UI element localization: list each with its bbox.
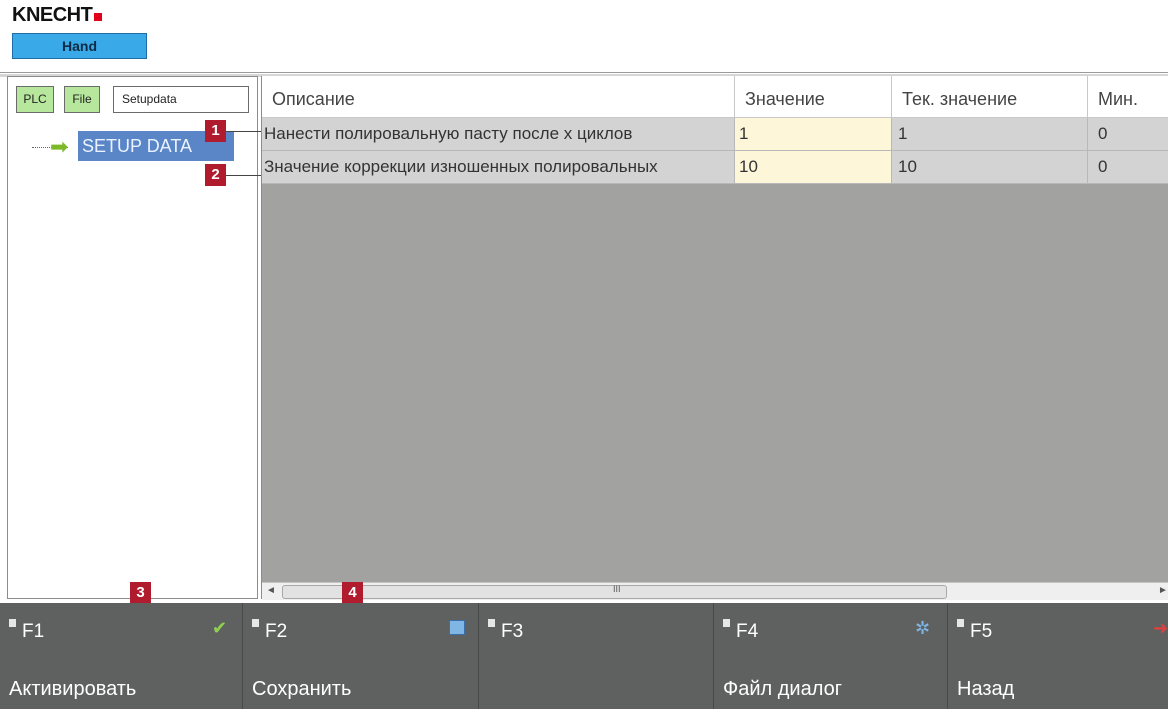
function-key-bar: F1 ✔ Активировать F2 Сохранить F3 F4 ✲ Ф…: [0, 603, 1168, 709]
save-icon: [449, 620, 465, 635]
cell-value-input[interactable]: 10: [735, 151, 892, 183]
f1-action-label: Активировать: [9, 678, 137, 700]
column-header-min[interactable]: Мин.: [1088, 76, 1168, 117]
f2-indicator-led: [252, 619, 259, 627]
callout-2-leader: [225, 175, 261, 176]
f3-button[interactable]: F3: [479, 603, 714, 709]
column-header-current-value[interactable]: Тек. значение: [892, 76, 1088, 117]
f2-action-label: Сохранить: [252, 678, 352, 700]
checkmark-icon: ✔: [212, 618, 228, 638]
f2-save-button[interactable]: F2 Сохранить: [243, 603, 479, 709]
cell-current-value: 10: [892, 151, 1088, 183]
table-row[interactable]: Значение коррекции изношенных полироваль…: [262, 151, 1168, 184]
column-header-description[interactable]: Описание: [262, 76, 735, 117]
setup-data-table: Описание Значение Тек. значение Мин. Нан…: [261, 76, 1168, 599]
mode-indicator: Hand: [12, 33, 147, 59]
callout-1: 1: [205, 120, 226, 142]
callout-2: 2: [205, 164, 226, 186]
gear-icon: ✲: [915, 618, 931, 638]
f4-indicator-led: [723, 619, 730, 627]
callout-4: 4: [342, 582, 363, 604]
f5-indicator-led: [957, 619, 964, 627]
brand-logo: KNECHT: [12, 4, 103, 27]
f5-back-button[interactable]: F5 ➜ Назад: [948, 603, 1168, 709]
scroll-right-arrow-icon[interactable]: ►: [1158, 585, 1168, 596]
setupdata-field[interactable]: Setupdata: [113, 86, 249, 113]
navigation-panel: PLC File Setupdata ➡ SETUP DATA: [7, 76, 258, 599]
exit-icon: ➜: [1153, 618, 1168, 638]
scrollbar-grip: III: [613, 584, 621, 594]
scrollbar-thumb[interactable]: III: [282, 584, 947, 599]
callout-3: 3: [130, 582, 151, 604]
header-bar: KNECHT Hand: [0, 0, 1168, 73]
cell-description: Нанести полировальную пасту после х цикл…: [262, 118, 735, 150]
knecht-hmi-window: KNECHT Hand PLC File Setupdata ➡ SETUP D…: [0, 0, 1168, 709]
table-header: Описание Значение Тек. значение Мин.: [262, 76, 1168, 118]
arrow-right-icon: ➡: [50, 134, 69, 159]
f5-key-label: F5: [970, 621, 993, 642]
f1-key-label: F1: [22, 621, 45, 642]
table-row[interactable]: Нанести полировальную пасту после х цикл…: [262, 118, 1168, 151]
plc-button[interactable]: PLC: [16, 86, 54, 113]
f2-key-label: F2: [265, 621, 288, 642]
f1-activate-button[interactable]: F1 ✔ Активировать: [0, 603, 243, 709]
f1-indicator-led: [9, 619, 16, 627]
f3-indicator-led: [488, 619, 495, 627]
cell-description: Значение коррекции изношенных полироваль…: [262, 151, 735, 183]
cell-value-input[interactable]: 1: [735, 118, 892, 150]
f4-action-label: Файл диалог: [723, 678, 843, 700]
f3-key-label: F3: [501, 621, 524, 642]
f4-file-dialog-button[interactable]: F4 ✲ Файл диалог: [714, 603, 948, 709]
f4-key-label: F4: [736, 621, 759, 642]
cell-min: 0: [1098, 124, 1108, 143]
scroll-left-arrow-icon[interactable]: ◄: [266, 585, 276, 596]
f5-action-label: Назад: [957, 678, 1015, 700]
cell-current-value: 1: [892, 118, 1088, 150]
callout-1-leader: [225, 131, 261, 132]
brand-dot: [94, 13, 103, 21]
column-header-value[interactable]: Значение: [735, 76, 892, 117]
cell-min: 0: [1098, 157, 1108, 176]
horizontal-scrollbar[interactable]: ◄ III ►: [262, 582, 1168, 600]
file-button[interactable]: File: [64, 86, 100, 113]
